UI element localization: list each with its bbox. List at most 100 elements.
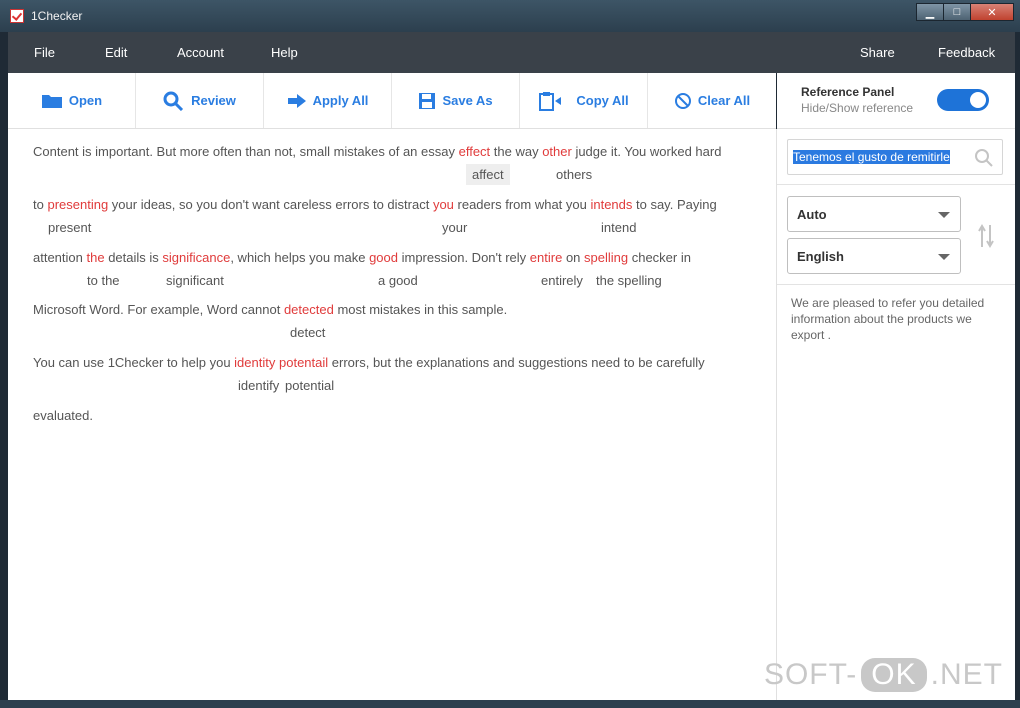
text-segment: to bbox=[33, 197, 48, 212]
text-segment: errors, but the explanations and suggest… bbox=[328, 355, 705, 370]
reference-panel-title: Reference Panel bbox=[801, 85, 895, 99]
clipboard-icon bbox=[539, 91, 570, 111]
suggestion-chip[interactable]: detect bbox=[290, 325, 325, 340]
menu-account[interactable]: Account bbox=[177, 45, 224, 60]
save-as-label: Save As bbox=[442, 93, 493, 108]
editor-line-1: Content is important. But more often tha… bbox=[33, 144, 721, 159]
window-controls: ▁ □ ✕ bbox=[916, 3, 1014, 23]
open-button[interactable]: Open bbox=[8, 73, 136, 128]
text-segment: impression. Don't rely bbox=[397, 250, 530, 265]
error-word[interactable]: effect bbox=[459, 144, 491, 159]
clear-all-button[interactable]: Clear All bbox=[648, 73, 776, 128]
text-segment: to say. Paying bbox=[632, 197, 717, 212]
error-word[interactable]: potentail bbox=[279, 355, 328, 370]
text-segment: Content is important. But more often tha… bbox=[33, 144, 459, 159]
chevron-down-icon bbox=[938, 212, 950, 218]
suggestion-chip[interactable]: entirely bbox=[541, 273, 583, 288]
maximize-button[interactable]: □ bbox=[943, 3, 971, 21]
minimize-button[interactable]: ▁ bbox=[916, 3, 944, 21]
watermark-mid: OK bbox=[861, 658, 927, 692]
text-segment: checker in bbox=[628, 250, 691, 265]
error-word[interactable]: intends bbox=[590, 197, 632, 212]
review-label: Review bbox=[191, 93, 236, 108]
translation-output: We are pleased to refer you detailed inf… bbox=[791, 296, 985, 342]
apply-all-button[interactable]: Apply All bbox=[264, 73, 392, 128]
suggestion-chip[interactable]: the spelling bbox=[596, 273, 662, 288]
title-bar: 1Checker ▁ □ ✕ bbox=[0, 0, 1020, 32]
editor-line-2: to presenting your ideas, so you don't w… bbox=[33, 197, 717, 212]
toolbar: Open Review Apply All Save As Copy All C… bbox=[8, 73, 776, 129]
arrow-right-icon bbox=[287, 93, 306, 108]
text-segment: Microsoft Word. For example, Word cannot bbox=[33, 302, 284, 317]
suggestion-chip[interactable]: potential bbox=[285, 378, 334, 393]
reference-toggle[interactable] bbox=[937, 89, 989, 111]
menu-share[interactable]: Share bbox=[860, 45, 895, 60]
error-word[interactable]: spelling bbox=[584, 250, 628, 265]
text-segment: attention bbox=[33, 250, 87, 265]
target-language-value: English bbox=[797, 249, 844, 264]
error-word[interactable]: significance bbox=[162, 250, 230, 265]
floppy-disk-icon bbox=[419, 92, 436, 109]
error-word[interactable]: entire bbox=[530, 250, 563, 265]
text-segment: most mistakes in this sample. bbox=[333, 302, 508, 317]
app-window: 1Checker ▁ □ ✕ File Edit Account Help Sh… bbox=[0, 0, 1020, 708]
watermark: SOFT- OK .NET bbox=[764, 658, 1003, 692]
chevron-down-icon bbox=[938, 254, 950, 260]
error-word[interactable]: you bbox=[433, 197, 454, 212]
clear-all-label: Clear All bbox=[697, 93, 751, 108]
divider bbox=[777, 184, 1015, 185]
text-editor[interactable]: Content is important. But more often tha… bbox=[8, 129, 777, 700]
prohibited-icon bbox=[674, 92, 691, 109]
menu-bar: File Edit Account Help Share Feedback bbox=[8, 32, 1015, 73]
copy-all-label: Copy All bbox=[576, 93, 629, 108]
error-word[interactable]: good bbox=[369, 250, 398, 265]
suggestion-chip[interactable]: identify bbox=[238, 378, 279, 393]
review-button[interactable]: Review bbox=[136, 73, 264, 128]
error-word[interactable]: identity bbox=[234, 355, 275, 370]
text-segment: You can use 1Checker to help you bbox=[33, 355, 235, 370]
reference-search-input[interactable]: Tenemos el gusto de remitirle bbox=[787, 139, 1003, 175]
text-segment: , which helps you make bbox=[230, 250, 370, 265]
suggestion-chip[interactable]: your bbox=[442, 220, 467, 235]
folder-icon bbox=[41, 94, 62, 108]
text-segment: your ideas, so you don't want careless e… bbox=[108, 197, 433, 212]
window-title: 1Checker bbox=[31, 9, 83, 23]
watermark-right: .NET bbox=[930, 658, 1003, 691]
suggestion-chip[interactable]: affect bbox=[466, 164, 510, 185]
suggestion-chip[interactable]: intend bbox=[601, 220, 636, 235]
copy-all-button[interactable]: Copy All bbox=[520, 73, 648, 128]
reference-panel: Reference Panel Hide/Show reference Tene… bbox=[764, 73, 1015, 700]
editor-line-4: Microsoft Word. For example, Word cannot… bbox=[33, 302, 507, 317]
search-icon[interactable] bbox=[974, 148, 994, 168]
menu-feedback[interactable]: Feedback bbox=[938, 45, 995, 60]
text-segment: judge it. You worked hard bbox=[571, 144, 722, 159]
menu-file[interactable]: File bbox=[34, 45, 55, 60]
watermark-left: SOFT- bbox=[763, 658, 858, 691]
suggestion-chip[interactable]: present bbox=[48, 220, 91, 235]
swap-languages-icon[interactable] bbox=[978, 223, 994, 249]
editor-line-6: evaluated. bbox=[33, 408, 93, 423]
search-selected-text: Tenemos el gusto de remitirle bbox=[793, 150, 950, 164]
suggestion-chip[interactable]: to the bbox=[87, 273, 120, 288]
menu-edit[interactable]: Edit bbox=[105, 45, 127, 60]
divider bbox=[777, 284, 1015, 285]
error-word[interactable]: presenting bbox=[47, 197, 108, 212]
editor-line-3: attention the details is significance, w… bbox=[33, 250, 691, 265]
error-word[interactable]: detected bbox=[284, 302, 334, 317]
text-segment: the way bbox=[490, 144, 543, 159]
close-button[interactable]: ✕ bbox=[970, 3, 1014, 21]
suggestion-chip[interactable]: significant bbox=[166, 273, 224, 288]
error-word[interactable]: the bbox=[87, 250, 105, 265]
editor-line-5: You can use 1Checker to help you identit… bbox=[33, 355, 705, 370]
suggestion-chip[interactable]: a good bbox=[378, 273, 418, 288]
text-segment: evaluated. bbox=[33, 408, 93, 423]
menu-help[interactable]: Help bbox=[271, 45, 298, 60]
source-language-select[interactable]: Auto bbox=[787, 196, 961, 232]
text-segment: on bbox=[562, 250, 585, 265]
window-bottom-border bbox=[0, 700, 1020, 708]
suggestion-chip[interactable]: others bbox=[556, 167, 592, 182]
save-as-button[interactable]: Save As bbox=[392, 73, 520, 128]
target-language-select[interactable]: English bbox=[787, 238, 961, 274]
toggle-knob bbox=[970, 92, 986, 108]
error-word[interactable]: other bbox=[542, 144, 572, 159]
